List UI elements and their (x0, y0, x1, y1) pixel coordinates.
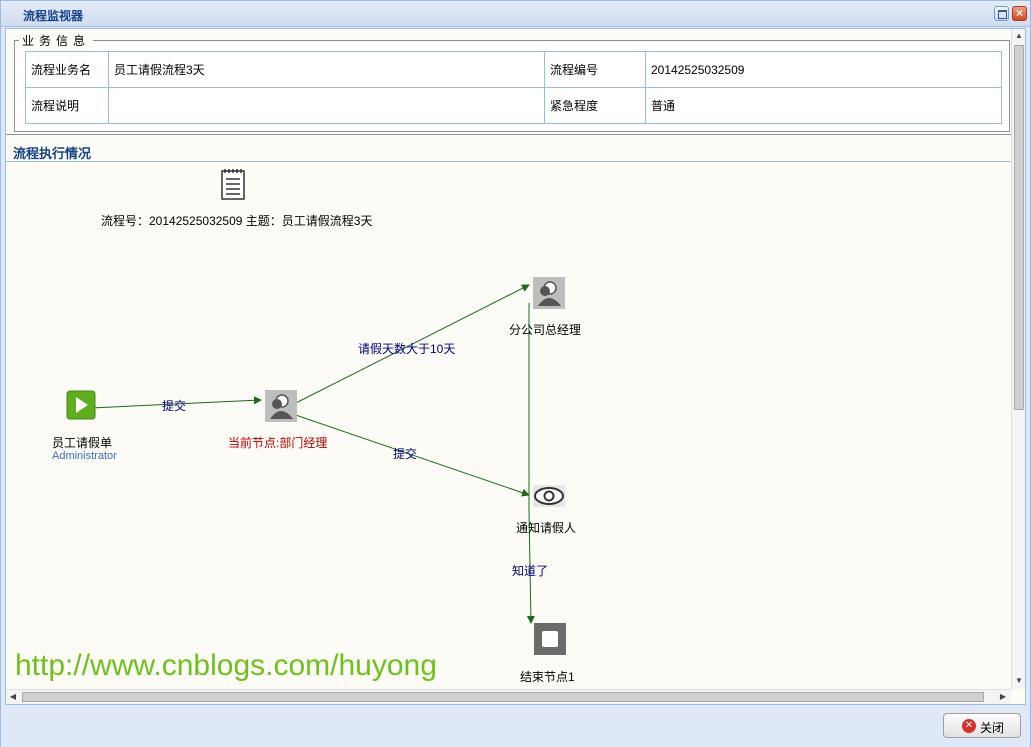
start-node-label: 员工请假单 (52, 436, 113, 450)
edge-label-dept-gm: 请假天数大于10天 (358, 342, 456, 356)
dept-node-label: 当前节点:部门经理 (228, 436, 328, 450)
vertical-scroll-thumb[interactable] (1014, 45, 1024, 410)
close-button-label: 关闭 (980, 721, 1005, 735)
process-header-text: 流程号：20142525032509 主题：员工请假流程3天 (101, 214, 373, 228)
notify-node-label: 通知请假人 (516, 521, 577, 535)
table-row: 流程业务名 员工请假流程3天 流程编号 20142525032509 (25, 51, 1002, 88)
end-node-icon (534, 623, 566, 655)
scroll-down-icon[interactable]: ▼ (1012, 674, 1025, 688)
gm-user-icon (533, 277, 565, 309)
end-node-label: 结束节点1 (520, 670, 575, 684)
label-cell: 流程说明 (25, 87, 109, 124)
watermark-link[interactable]: http://www.cnblogs.com/huyong (15, 649, 437, 683)
vertical-scrollbar[interactable]: ▲ ▼ (1011, 29, 1025, 689)
horizontal-scroll-thumb[interactable] (22, 692, 984, 702)
label-cell: 流程业务名 (25, 51, 109, 88)
title-bar: 流程监视器 × (1, 1, 1030, 27)
execution-section-title: 流程执行情况 (13, 146, 92, 161)
label-cell: 紧急程度 (544, 87, 646, 124)
document-icon (221, 169, 245, 200)
value-cell: 员工请假流程3天 (108, 51, 545, 88)
horizontal-scrollbar[interactable]: ◀ ▶ (6, 689, 1011, 704)
edge-label-start-dept: 提交 (162, 399, 187, 413)
process-monitor-window: 流程监视器 × 业务信息 流程业务名 员工请假流程3天 流程编号 2014252… (0, 0, 1031, 747)
edge-label-notify-end: 知道了 (512, 564, 549, 578)
execution-section-header: 流程执行情况 (6, 134, 1011, 162)
start-node-sublabel: Administrator (52, 450, 117, 462)
business-info-fieldset: 业务信息 流程业务名 员工请假流程3天 流程编号 20142525032509 … (14, 32, 1010, 132)
value-cell (108, 87, 545, 124)
cancel-icon: ✕ (962, 719, 976, 733)
dept-manager-user-icon (265, 390, 297, 422)
close-icon[interactable]: × (1012, 6, 1027, 21)
restore-icon[interactable] (994, 6, 1009, 21)
workflow-diagram: 流程号：20142525032509 主题：员工请假流程3天 员工请假单 Adm… (6, 163, 1011, 689)
window-title: 流程监视器 (23, 9, 84, 23)
footer-bar: ✕ 关闭 (1, 707, 1030, 747)
value-cell: 20142525032509 (645, 51, 1002, 88)
gm-node-label: 分公司总经理 (509, 323, 582, 337)
business-info-table: 流程业务名 员工请假流程3天 流程编号 20142525032509 流程说明 … (25, 51, 1002, 124)
notify-eye-icon (533, 485, 565, 507)
scroll-right-icon[interactable]: ▶ (996, 690, 1010, 704)
start-node-icon (66, 390, 96, 420)
content-panel: 业务信息 流程业务名 员工请假流程3天 流程编号 20142525032509 … (5, 28, 1026, 705)
scroll-left-icon[interactable]: ◀ (6, 690, 20, 704)
value-cell: 普通 (645, 87, 1002, 124)
business-info-legend: 业务信息 (19, 32, 94, 49)
scroll-up-icon[interactable]: ▲ (1012, 29, 1025, 43)
table-row: 流程说明 紧急程度 普通 (25, 87, 1002, 124)
close-button[interactable]: ✕ 关闭 (943, 713, 1021, 738)
workflow-edges (66, 169, 566, 655)
edge-label-dept-notify: 提交 (393, 447, 418, 461)
label-cell: 流程编号 (544, 51, 646, 88)
